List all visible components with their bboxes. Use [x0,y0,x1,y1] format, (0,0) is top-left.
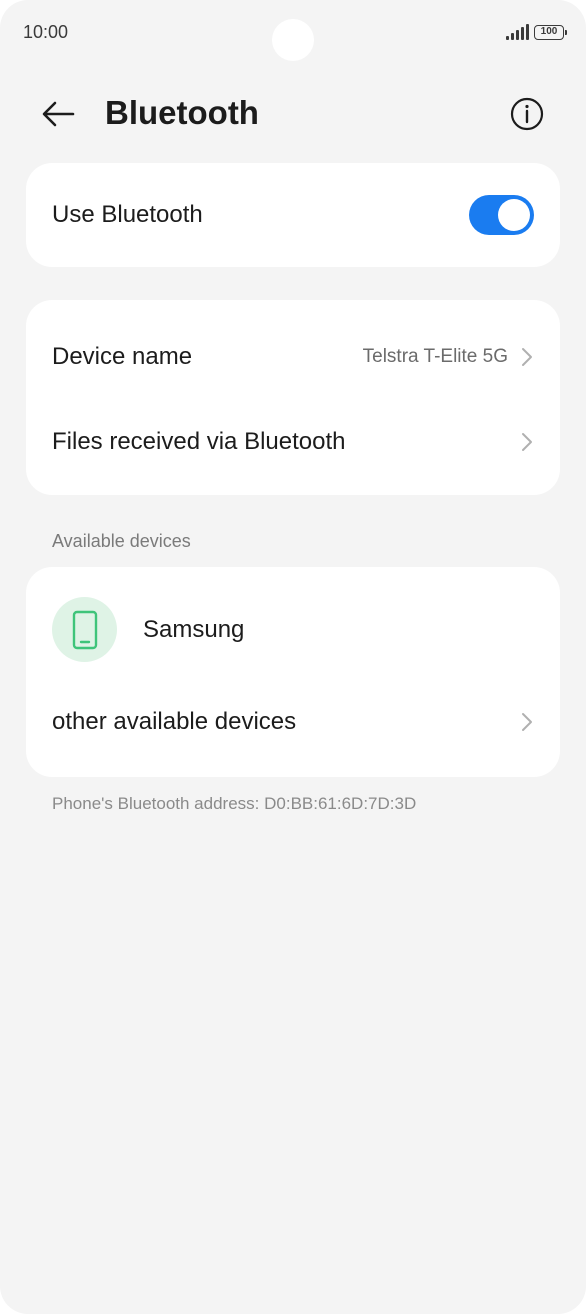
chevron-right-icon [520,431,534,453]
other-devices-label: other available devices [52,708,297,735]
info-button[interactable] [505,92,549,136]
bluetooth-toggle-card: Use Bluetooth [26,163,560,267]
phone-icon [72,610,97,649]
device-settings-card: Device name Telstra T-Elite 5G Files rec… [26,300,560,495]
page-title: Bluetooth [105,94,259,131]
chevron-right-icon [520,711,534,733]
bluetooth-toggle-switch[interactable] [469,195,534,235]
use-bluetooth-row[interactable]: Use Bluetooth [26,163,560,267]
device-name-row[interactable]: Device name Telstra T-Elite 5G [26,314,560,400]
signal-icon [506,24,529,40]
status-icons: 100 [506,24,567,40]
files-received-row[interactable]: Files received via Bluetooth [26,400,560,484]
battery-level: 100 [540,26,558,37]
toggle-knob [498,199,530,231]
app-header: Bluetooth [0,80,586,150]
device-item-samsung[interactable]: Samsung [26,585,560,675]
arrow-left-icon [42,101,75,127]
device-name-label: Device name [52,343,193,370]
camera-cutout [272,19,314,61]
battery-icon: 100 [534,24,567,40]
status-bar: 10:00 100 [0,0,586,66]
chevron-right-icon [520,346,534,368]
available-devices-card: Samsung other available devices [26,567,560,777]
bluetooth-address-text: Phone's Bluetooth address: D0:BB:61:6D:7… [52,794,417,813]
device-name: Samsung [143,616,245,643]
device-avatar [52,597,117,662]
available-devices-heading: Available devices [52,531,191,551]
phone-screen: 10:00 100 Bluetooth Use Bluetooth Device… [0,0,586,1314]
status-time: 10:00 [23,22,69,42]
other-devices-row[interactable]: other available devices [26,679,560,765]
files-received-label: Files received via Bluetooth [52,428,346,455]
back-button[interactable] [36,92,80,136]
device-name-value: Telstra T-Elite 5G [362,346,508,367]
info-circle-icon [510,97,544,131]
use-bluetooth-label: Use Bluetooth [52,201,203,228]
